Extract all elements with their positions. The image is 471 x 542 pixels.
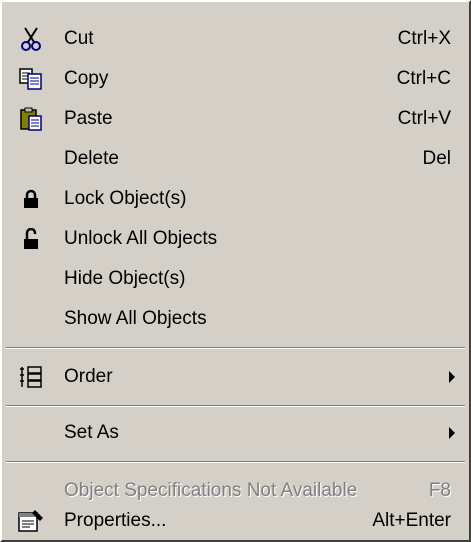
unlock-icon: [18, 226, 44, 252]
menu-item-shortcut: Del: [422, 148, 451, 169]
context-menu: Cut Ctrl+X Copy Ctrl+C Paste Ctrl+V Dele…: [0, 0, 471, 542]
menu-item-label: Copy: [64, 68, 109, 89]
menu-item-shortcut: F8: [428, 480, 451, 501]
menu-item-delete[interactable]: Delete Del: [4, 140, 467, 180]
menu-item-label: Delete: [64, 148, 119, 169]
menu-item-shortcut: Ctrl+X: [397, 28, 451, 49]
submenu-arrow-icon: [449, 427, 455, 439]
menu-item-label: Lock Object(s): [64, 188, 187, 209]
menu-item-shortcut: Ctrl+C: [396, 68, 451, 89]
menu-separator: [6, 461, 465, 463]
menu-item-hide-objects[interactable]: Hide Object(s): [4, 260, 467, 300]
menu-item-cut[interactable]: Cut Ctrl+X: [4, 20, 467, 60]
menu-item-label: Hide Object(s): [64, 268, 186, 289]
menu-item-label: Set As: [64, 422, 119, 443]
menu-separator: [6, 347, 465, 349]
menu-item-set-as[interactable]: Set As: [4, 414, 467, 454]
menu-item-label: Properties...: [64, 510, 167, 531]
menu-separator: [6, 405, 465, 407]
menu-item-shortcut: Alt+Enter: [372, 510, 451, 531]
copy-icon: [18, 66, 44, 92]
properties-icon: [18, 508, 44, 534]
menu-item-label: Order: [64, 366, 113, 387]
menu-item-properties[interactable]: Properties... Alt+Enter: [4, 502, 467, 542]
order-icon: [18, 364, 44, 390]
menu-item-copy[interactable]: Copy Ctrl+C: [4, 60, 467, 100]
scissors-icon: [18, 26, 44, 52]
menu-item-lock-objects[interactable]: Lock Object(s): [4, 180, 467, 220]
menu-item-label: Show All Objects: [64, 308, 207, 329]
menu-item-label: Object Specifications Not Available: [64, 480, 358, 501]
menu-item-show-all-objects[interactable]: Show All Objects: [4, 300, 467, 340]
menu-item-label: Unlock All Objects: [64, 228, 218, 249]
menu-item-shortcut: Ctrl+V: [397, 108, 451, 129]
menu-item-paste[interactable]: Paste Ctrl+V: [4, 100, 467, 140]
menu-item-label: Paste: [64, 108, 113, 129]
menu-item-unlock-all-objects[interactable]: Unlock All Objects: [4, 220, 467, 260]
lock-icon: [18, 186, 44, 212]
menu-item-order[interactable]: Order: [4, 358, 467, 398]
paste-icon: [18, 106, 44, 132]
submenu-arrow-icon: [449, 371, 455, 383]
menu-item-label: Cut: [64, 28, 94, 49]
